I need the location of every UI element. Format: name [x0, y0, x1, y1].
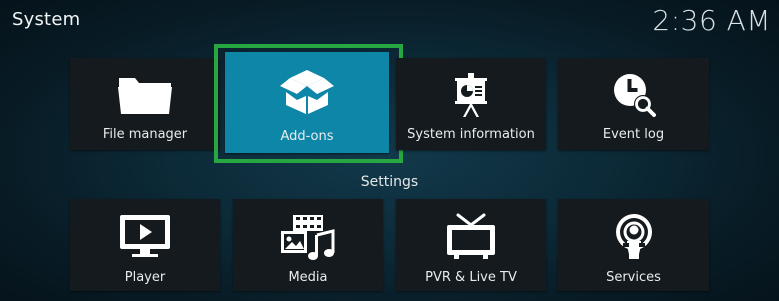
clock-search-icon [612, 72, 656, 122]
settings-section-title: Settings [360, 174, 419, 190]
player-label: Player [124, 270, 166, 285]
clock: 2:36 AM [652, 4, 771, 37]
media-tile[interactable]: Media [233, 199, 383, 291]
open-box-icon [276, 66, 338, 120]
player-tile[interactable]: Player [70, 199, 220, 291]
monitor-play-icon [118, 213, 172, 263]
add-ons-label: Add-ons [280, 129, 334, 144]
media-library-icon [279, 213, 337, 265]
podcast-broadcast-icon [611, 213, 657, 265]
system-information-label: System information [407, 127, 535, 142]
pvr-live-tv-label: PVR & Live TV [425, 270, 517, 285]
services-label: Services [606, 270, 661, 285]
event-log-tile[interactable]: Event log [558, 58, 709, 150]
file-manager-tile[interactable]: File manager [70, 58, 220, 150]
event-log-label: Event log [602, 127, 665, 142]
pvr-live-tv-tile[interactable]: PVR & Live TV [396, 199, 546, 291]
tv-antenna-icon [444, 213, 498, 265]
media-label: Media [288, 270, 328, 285]
file-manager-label: File manager [102, 127, 188, 142]
page-title: System [12, 9, 81, 30]
services-tile[interactable]: Services [558, 199, 709, 291]
system-information-tile[interactable]: System information [396, 58, 546, 150]
folder-icon [115, 72, 175, 120]
add-ons-tile[interactable]: Add-ons [225, 52, 389, 153]
kodi-system-screen: System 2:36 AM File manager Add-ons Syst… [0, 0, 779, 301]
presentation-board-icon [451, 72, 491, 122]
